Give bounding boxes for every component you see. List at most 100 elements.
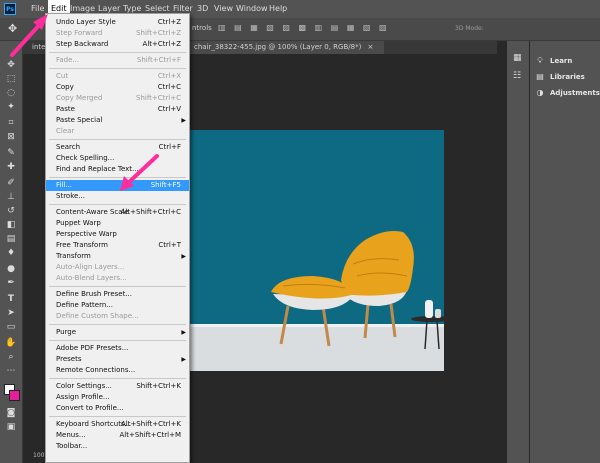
screen-mode-icon[interactable]: ▣ [5,421,17,433]
magic-wand-tool-icon[interactable]: ✦ [5,101,17,113]
document-tab-other[interactable]: inte [32,41,45,54]
history-panel-icon[interactable]: ▦ [513,53,522,63]
edit-menu-item-toolbar[interactable]: Toolbar... [46,441,189,452]
document-tab-active[interactable]: chair_38322-455.jpg @ 100% (Layer 0, RGB… [190,41,384,54]
edit-menu-item-transform[interactable]: Transform ▶ [46,251,189,262]
edit-menu-item-remote-connections[interactable]: Remote Connections... [46,365,189,376]
panel-learn[interactable]: 💡︎ Learn [530,53,600,69]
edit-menu-item-copy-merged: Copy Merged Shift+Ctrl+C [46,93,189,104]
edit-menu-item-paste-special[interactable]: Paste Special ▶ [46,115,189,126]
quick-mask-icon[interactable]: ◙ [5,407,17,419]
lasso-tool-icon[interactable]: ◌ [5,87,17,99]
menu-separator [49,204,186,205]
move-tool-icon[interactable]: ✥ [5,59,17,71]
panel-adjustments[interactable]: ◑ Adjustments [530,85,600,101]
edit-menu-item-perspective-warp[interactable]: Perspective Warp [46,229,189,240]
more-tools-icon[interactable]: ⋯ [5,365,17,377]
submenu-arrow-icon: ▶ [181,356,186,363]
edit-menu-item-step-backward[interactable]: Step Backward Alt+Ctrl+Z [46,39,189,50]
edit-menu-item-clear: Clear [46,126,189,137]
zoom-tool-icon[interactable]: ⌕ [5,351,17,363]
panel-icon-strip: ▦ ☷ [507,41,529,463]
edit-menu-item-adobe-pdf-presets[interactable]: Adobe PDF Presets... [46,343,189,354]
clone-stamp-tool-icon[interactable]: ⊥ [5,191,17,203]
hand-tool-icon[interactable]: ✋ [5,337,17,349]
edit-menu-item-stroke[interactable]: Stroke... [46,191,189,202]
menu-window[interactable]: Window [233,0,271,18]
eraser-tool-icon[interactable]: ◧ [5,219,17,231]
menu-item-label: Transform [56,252,91,260]
edit-menu-item-content-aware-scale[interactable]: Content-Aware Scale Alt+Shift+Ctrl+C [46,207,189,218]
menu-separator [49,286,186,287]
frame-tool-icon[interactable]: ⊠ [5,131,17,143]
brush-tool-icon[interactable]: ✐ [5,177,17,189]
marquee-tool-icon[interactable]: ⬚ [5,73,17,85]
menu-item-shortcut: Alt+Shift+Ctrl+K [120,420,181,428]
edit-menu-item-assign-profile[interactable]: Assign Profile... [46,392,189,403]
menu-item-shortcut: Ctrl+V [157,105,181,113]
lightbulb-icon: 💡︎ [537,56,543,65]
background-color-swatch[interactable] [9,390,20,401]
blur-tool-icon[interactable]: ♦ [5,247,17,259]
edit-menu-item-color-settings[interactable]: Color Settings... Shift+Ctrl+K [46,381,189,392]
menu-item-shortcut: Ctrl+T [158,241,181,249]
adjustments-icon: ◑ [536,88,544,97]
edit-menu-item-paste[interactable]: Paste Ctrl+V [46,104,189,115]
menu-item-shortcut: Alt+Shift+Ctrl+M [119,431,181,439]
menu-item-shortcut: Ctrl+Z [157,18,181,26]
path-selection-tool-icon[interactable]: ➤ [5,307,17,319]
menu-item-shortcut: Ctrl+F [158,143,181,151]
edit-menu-item-puppet-warp[interactable]: Puppet Warp [46,218,189,229]
menu-help[interactable]: Help [266,0,290,18]
panel-libraries[interactable]: ▤ Libraries [530,69,600,85]
rectangle-tool-icon[interactable]: ▭ [5,321,17,333]
menu-separator [49,416,186,417]
edit-menu-item-define-pattern[interactable]: Define Pattern... [46,300,189,311]
close-tab-icon[interactable]: × [368,43,374,51]
menu-item-label: Puppet Warp [56,219,101,227]
menu-separator [49,378,186,379]
libraries-icon: ▤ [536,72,544,81]
edit-menu-item-fill[interactable]: Fill... Shift+F5 [46,180,189,191]
edit-menu-dropdown: Undo Layer Style Ctrl+Z Step Forward Shift+… [45,13,190,463]
edit-menu-item-auto-blend-layers: Auto-Blend Layers... [46,273,189,284]
edit-menu-item-free-transform[interactable]: Free Transform Ctrl+T [46,240,189,251]
menu-3d[interactable]: 3D [194,0,211,18]
menu-item-label: Auto-Blend Layers... [56,274,127,282]
edit-menu-item-menus[interactable]: Menus... Alt+Shift+Ctrl+M [46,430,189,441]
menu-item-label: Menus... [56,431,86,439]
menu-separator [49,324,186,325]
menu-item-label: Search [56,143,81,151]
menu-item-shortcut: Shift+Ctrl+K [136,382,181,390]
eyedropper-tool-icon[interactable]: ✎ [5,147,17,159]
menu-separator [49,52,186,53]
type-tool-icon[interactable]: T [5,293,17,305]
edit-menu-item-search[interactable]: Search Ctrl+F [46,142,189,153]
edit-menu-item-presets[interactable]: Presets ▶ [46,354,189,365]
edit-menu-item-purge[interactable]: Purge ▶ [46,327,189,338]
edit-menu-item-keyboard-shortcuts[interactable]: Keyboard Shortcuts... Alt+Shift+Ctrl+K [46,419,189,430]
properties-panel-icon[interactable]: ☷ [513,71,521,81]
gradient-tool-icon[interactable]: ▤ [5,233,17,245]
menu-separator [49,340,186,341]
menu-item-label: Perspective Warp [56,230,117,238]
dodge-tool-icon[interactable]: ● [5,263,17,275]
crop-tool-icon[interactable]: ⌗ [5,117,17,129]
menu-item-label: Stroke... [56,192,85,200]
edit-menu-item-define-brush-preset[interactable]: Define Brush Preset... [46,289,189,300]
edit-menu-item-check-spelling[interactable]: Check Spelling... [46,153,189,164]
edit-menu-item-copy[interactable]: Copy Ctrl+C [46,82,189,93]
menu-item-label: Find and Replace Text... [56,165,139,173]
menu-item-label: Clear [56,127,75,135]
edit-menu-item-define-custom-shape: Define Custom Shape... [46,311,189,322]
healing-brush-tool-icon[interactable]: ✚ [5,161,17,173]
menu-item-label: Copy [56,83,74,91]
history-brush-tool-icon[interactable]: ↺ [5,205,17,217]
edit-menu-item-convert-to-profile[interactable]: Convert to Profile... [46,403,189,414]
pen-tool-icon[interactable]: ✒ [5,277,17,289]
menu-separator [49,68,186,69]
move-tool-icon[interactable]: ✥ [8,22,17,35]
edit-menu-item-undo-layer-style[interactable]: Undo Layer Style Ctrl+Z [46,17,189,28]
align-icons[interactable]: ▥ ▤ ▦ ▧ ▨ ▩ ▥ ▤ ▦ ▧ ▨ [218,23,390,32]
edit-menu-item-find-and-replace-text[interactable]: Find and Replace Text... [46,164,189,175]
